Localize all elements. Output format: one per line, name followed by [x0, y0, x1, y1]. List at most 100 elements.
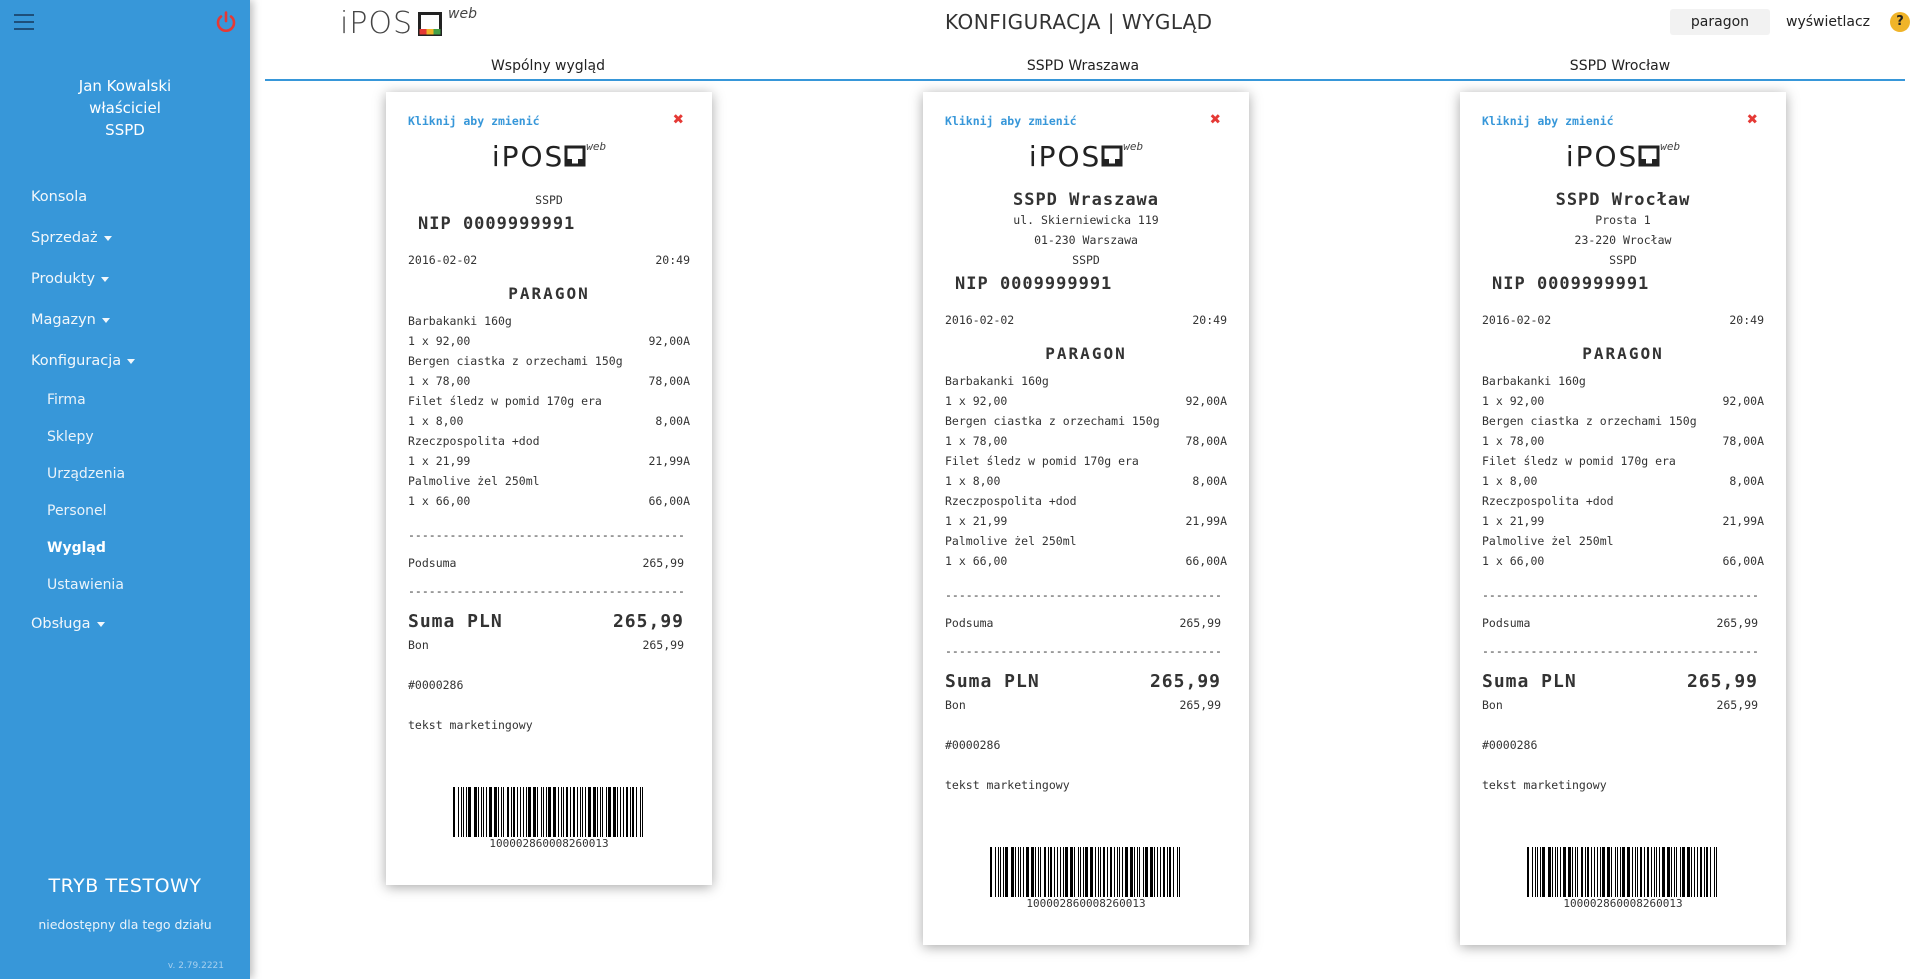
- item-total: 78,00A: [648, 374, 690, 388]
- item-row: 1 x 8,00 8,00A: [945, 471, 1227, 491]
- barcode-bar: [1644, 847, 1645, 897]
- barcode-bar: [573, 787, 575, 837]
- sidebar-item-konfiguracja[interactable]: Konfiguracja: [0, 341, 250, 382]
- store-info: SSPD: [408, 190, 690, 210]
- item-total: 66,00A: [1185, 554, 1227, 568]
- store-name: SSPD Wraszawa: [1012, 190, 1160, 210]
- sidebar-item-magazyn[interactable]: Magazyn: [0, 300, 250, 341]
- store-tabs: Wspólny wygląd SSPD Wraszawa SSPD Wrocła…: [265, 56, 1905, 81]
- subtotal-label: Podsuma: [1482, 616, 1531, 630]
- barcode-bar: [1103, 847, 1105, 897]
- barcode-bar: [1160, 847, 1161, 897]
- sidebar-item-produkty[interactable]: Produkty: [0, 259, 250, 300]
- barcode-bar: [1018, 847, 1019, 897]
- barcode: 100002860008260013: [986, 847, 1186, 911]
- receipt-number: #0000286: [408, 678, 464, 692]
- store-city: 23-220 Wrocław: [1574, 233, 1672, 247]
- barcode-bar: [1015, 847, 1016, 897]
- marketing-text: tekst marketingowy: [945, 778, 1070, 792]
- sidebar-subitem-urzadzenia[interactable]: Urządzenia: [0, 456, 250, 493]
- document-type: PARAGON: [1045, 344, 1127, 363]
- tab-warszawa[interactable]: SSPD Wraszawa: [1027, 58, 1139, 74]
- sum-label: Suma PLN: [945, 671, 1040, 692]
- power-icon[interactable]: [214, 10, 238, 34]
- store-info: SSPD Wrocław Prosta 1 23-220 Wrocław SSPD: [1482, 190, 1764, 270]
- barcode-bar: [511, 787, 512, 837]
- sidebar-item-konsola[interactable]: Konsola: [0, 177, 250, 218]
- logo-square-icon: [418, 12, 442, 36]
- barcode-bar: [636, 787, 637, 837]
- separator: ----------------------------------------: [408, 528, 685, 542]
- barcode-bar: [1611, 847, 1612, 897]
- barcode-bar: [1627, 847, 1630, 897]
- barcode-bar: [520, 787, 521, 837]
- sidebar-item-sprzedaz[interactable]: Sprzedaż: [0, 218, 250, 259]
- item-total: 8,00A: [655, 414, 690, 428]
- barcode-bar: [990, 847, 992, 897]
- barcode-bar: [623, 787, 624, 837]
- receipt-logo-text: iPOS: [491, 140, 565, 173]
- sidebar-item-obsluga[interactable]: Obsługa: [0, 604, 250, 645]
- app-logo[interactable]: iPOS web: [340, 6, 477, 41]
- tab-wroclaw[interactable]: SSPD Wrocław: [1570, 58, 1670, 74]
- barcode-bar: [1714, 847, 1715, 897]
- sum-row: Suma PLN 265,99: [408, 609, 690, 635]
- item-name: Filet śledz w pomid 170g era: [408, 394, 602, 408]
- paragon-button[interactable]: paragon: [1670, 9, 1770, 35]
- barcode-bar: [1154, 847, 1155, 897]
- payment-row: Bon 265,99: [945, 695, 1227, 715]
- item-row: 1 x 8,00 8,00A: [408, 411, 690, 431]
- barcode-bar: [1048, 847, 1049, 897]
- sidebar-subitem-firma-label: Firma: [47, 392, 86, 408]
- barcode-bar: [1635, 847, 1636, 897]
- separator: ----------------------------------------: [1482, 644, 1759, 658]
- logo-square-icon: [1101, 145, 1123, 167]
- marketing-text: tekst marketingowy: [408, 718, 533, 732]
- barcode-bar: [1020, 847, 1021, 897]
- change-link[interactable]: Kliknij aby zmienić: [408, 114, 540, 128]
- sidebar-subitem-personel[interactable]: Personel: [0, 493, 250, 530]
- barcode-bar: [526, 787, 527, 837]
- barcode-bar: [507, 787, 509, 837]
- menu-icon[interactable]: [14, 14, 34, 30]
- barcode-bar: [543, 787, 544, 837]
- sidebar-subitem-sklepy[interactable]: Sklepy: [0, 419, 250, 456]
- sidebar-subitem-ustawienia[interactable]: Ustawienia: [0, 567, 250, 604]
- change-link[interactable]: Kliknij aby zmienić: [1482, 114, 1614, 128]
- help-icon[interactable]: ?: [1890, 12, 1910, 32]
- payment-row: Bon 265,99: [1482, 695, 1764, 715]
- barcode-bar: [1557, 847, 1558, 897]
- separator: ----------------------------------------: [1482, 588, 1759, 602]
- change-link[interactable]: Kliknij aby zmienić: [945, 114, 1077, 128]
- close-icon[interactable]: ✖: [673, 111, 684, 129]
- display-button[interactable]: wyświetlacz: [1774, 9, 1882, 35]
- sum-row: Suma PLN 265,99: [1482, 669, 1764, 695]
- barcode-bar: [1607, 847, 1610, 897]
- close-icon[interactable]: ✖: [1747, 111, 1758, 129]
- tab-common[interactable]: Wspólny wygląd: [491, 58, 605, 74]
- barcode-bar: [1179, 847, 1180, 897]
- item-name: Palmolive żel 250ml: [1482, 534, 1614, 548]
- receipt-number: #0000286: [945, 738, 1001, 752]
- receipt-preview[interactable]: Kliknij aby zmienić ✖ iPOS web SSPD Wrocław P…: [1460, 92, 1786, 945]
- store-name: SSPD Wrocław: [1555, 190, 1691, 210]
- receipt-preview[interactable]: Kliknij aby zmienić ✖ iPOS web SSPD NIP 00099…: [386, 92, 712, 885]
- barcode-bar: [1637, 847, 1638, 897]
- receipt-preview[interactable]: Kliknij aby zmienić ✖ iPOS web SSPD Wraszawa…: [923, 92, 1249, 945]
- receipt-logo-web: web: [586, 140, 607, 153]
- item-total: 8,00A: [1192, 474, 1227, 488]
- barcode-bar: [1620, 847, 1621, 897]
- barcode-bar: [481, 787, 482, 837]
- date-time-row: 2016-02-02 20:49: [1482, 310, 1764, 330]
- user-role: właściciel: [89, 99, 161, 117]
- barcode-bar: [558, 787, 559, 837]
- close-icon[interactable]: ✖: [1210, 111, 1221, 129]
- receipt-logo: iPOS web: [945, 140, 1227, 180]
- barcode-bar: [1577, 847, 1578, 897]
- item-name: Bergen ciastka z orzechami 150g: [945, 414, 1160, 428]
- barcode-bar: [553, 787, 556, 837]
- barcode-bar: [1682, 847, 1685, 897]
- sidebar-subitem-firma[interactable]: Firma: [0, 382, 250, 419]
- barcode-bar: [1694, 847, 1695, 897]
- sidebar-subitem-wyglad[interactable]: Wygląd: [0, 530, 250, 567]
